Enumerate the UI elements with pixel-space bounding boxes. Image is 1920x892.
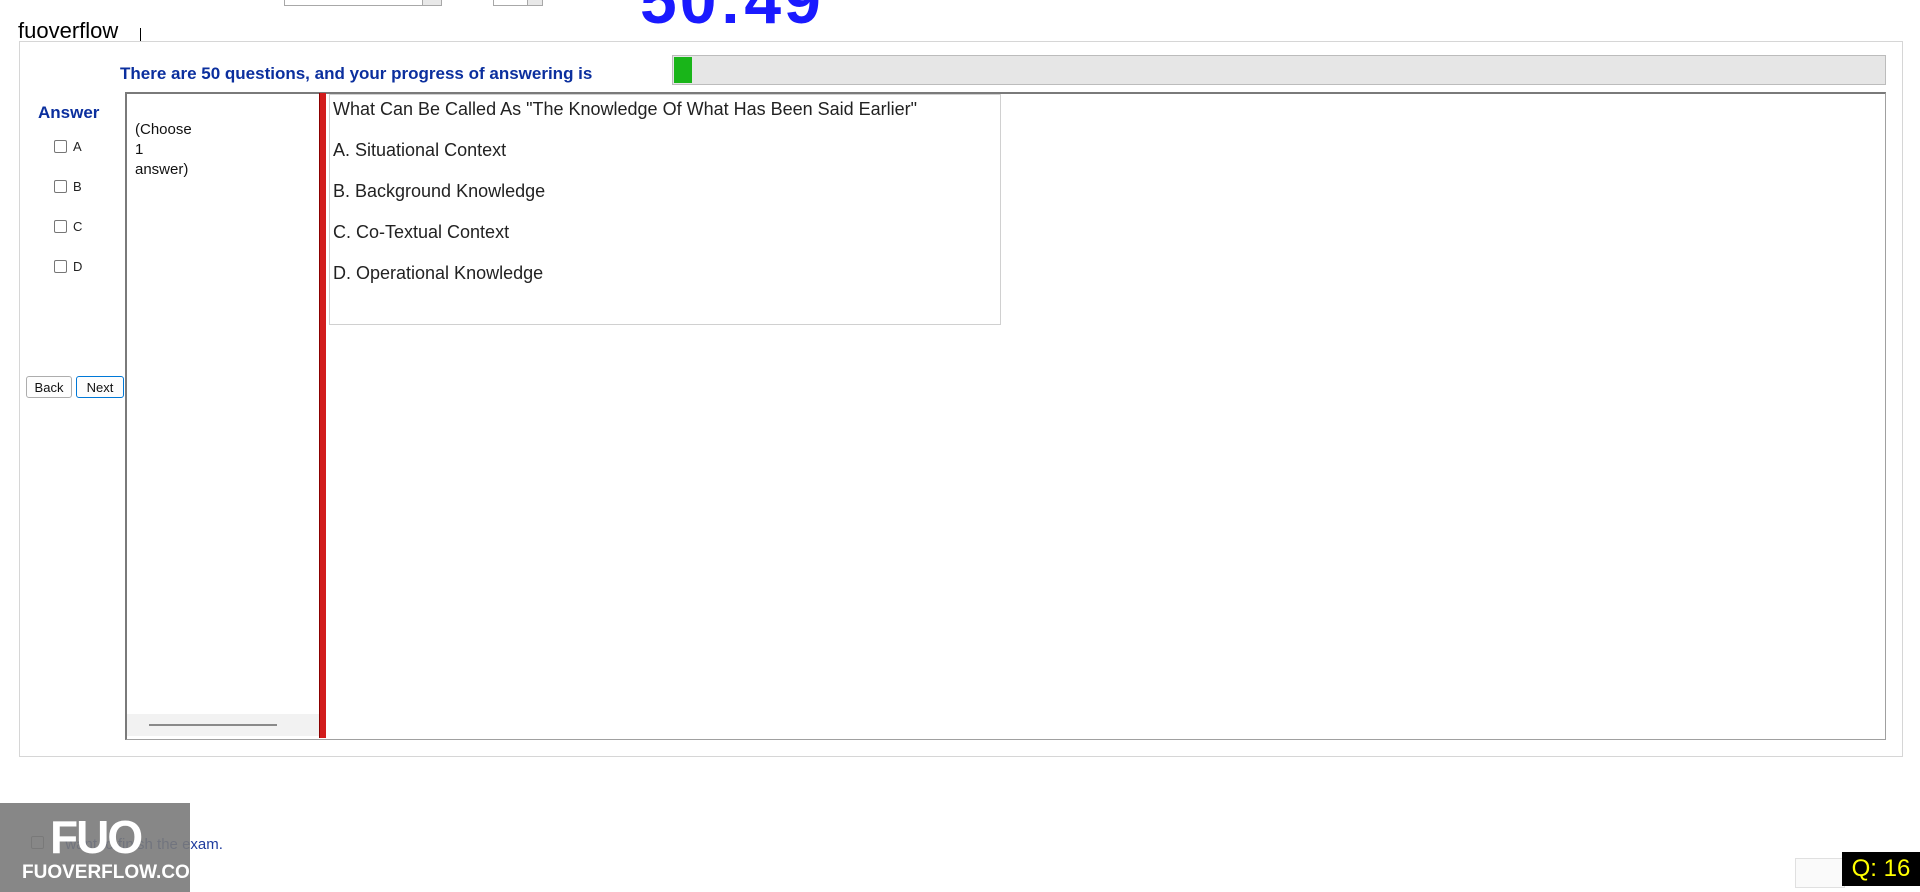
choice-b: B. Background Knowledge [333,181,546,201]
question-number-badge: Q: 16 [1842,852,1920,886]
option-label: C [73,219,83,234]
checkbox[interactable] [54,140,67,153]
logo-mark: FUO [50,811,143,863]
question-text: What Can Be Called As "The Knowledge Of … [333,99,918,119]
option-label: D [73,259,83,274]
font-size-spinner[interactable] [493,0,543,6]
answer-option-b[interactable]: B [54,179,82,194]
answer-option-a[interactable]: A [54,139,82,154]
option-label: A [73,139,82,154]
checkbox[interactable] [54,260,67,273]
back-button[interactable]: Back [26,376,72,398]
progress-bar [672,55,1886,85]
checkbox[interactable] [54,180,67,193]
chevron-down-icon[interactable] [527,0,542,5]
progress-fill [674,57,693,83]
choice-d: D. Operational Knowledge [333,263,544,283]
progress-label: There are 50 questions, and your progres… [120,64,593,83]
choice-c: C. Co-Textual Context [333,222,510,242]
logo-site-text: FUOVERFLOW.COM [22,862,206,883]
choice-a: A. Situational Context [333,140,507,160]
instruction-pane [127,94,319,736]
answer-option-c[interactable]: C [54,219,82,234]
answer-option-d[interactable]: D [54,259,82,274]
question-box [329,94,1001,325]
horizontal-scrollbar[interactable] [127,714,319,736]
exam-code-combo[interactable] [284,0,442,6]
countdown-timer: 50:49 [640,0,824,37]
scrollbar-thumb[interactable] [149,724,277,726]
pane-splitter[interactable] [319,93,326,738]
option-label: B [73,179,82,194]
chevron-down-icon[interactable] [422,0,441,5]
choose-instruction: (Choose 1 answer) [135,121,192,178]
answer-title: Answer [38,103,100,122]
small-input[interactable] [1795,858,1845,888]
checkbox[interactable] [54,220,67,233]
next-button[interactable]: Next [76,376,124,398]
